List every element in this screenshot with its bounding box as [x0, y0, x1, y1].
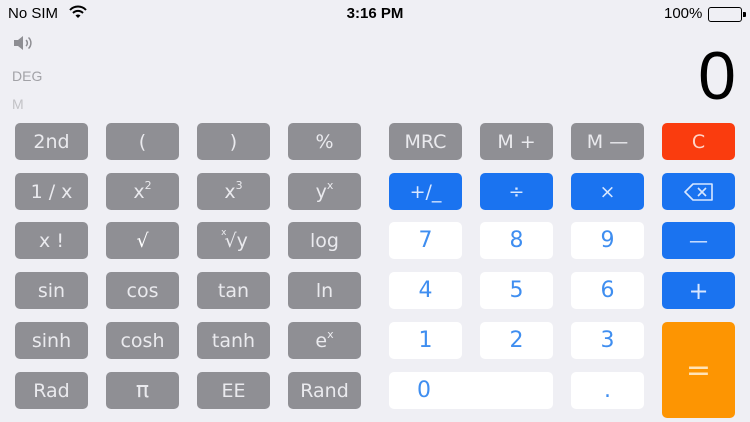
exp-exponent: x: [327, 328, 334, 341]
memory-indicator: M: [12, 96, 24, 112]
digit-8-button[interactable]: 8: [480, 222, 553, 259]
memory-minus-button[interactable]: M —: [571, 123, 644, 160]
power-base: y: [315, 180, 327, 203]
square-base: x: [133, 180, 145, 203]
tanh-button[interactable]: tanh: [197, 322, 270, 359]
exp-button[interactable]: ex: [288, 322, 361, 359]
second-function-button[interactable]: 2nd: [15, 123, 88, 160]
nth-root-button[interactable]: x √y: [197, 222, 270, 259]
digit-5-button[interactable]: 5: [480, 272, 553, 309]
digit-2-button[interactable]: 2: [480, 322, 553, 359]
sinh-button[interactable]: sinh: [15, 322, 88, 359]
angle-mode-label: DEG: [12, 68, 43, 84]
root-symbol: √y: [224, 229, 248, 252]
root-index: x: [221, 227, 227, 238]
rad-button[interactable]: Rad: [15, 372, 88, 409]
log-button[interactable]: log: [288, 222, 361, 259]
rand-button[interactable]: Rand: [288, 372, 361, 409]
digit-4-button[interactable]: 4: [389, 272, 462, 309]
backspace-icon: [683, 182, 713, 201]
clear-button[interactable]: C: [662, 123, 735, 160]
multiply-button[interactable]: ×: [571, 173, 644, 210]
percent-button[interactable]: %: [288, 123, 361, 160]
square-root-button[interactable]: √: [106, 222, 179, 259]
sin-button[interactable]: sin: [15, 272, 88, 309]
power-exponent: x: [326, 179, 334, 192]
digit-7-button[interactable]: 7: [389, 222, 462, 259]
divide-button[interactable]: ÷: [480, 173, 553, 210]
power-button[interactable]: yx: [288, 173, 361, 210]
cube-button[interactable]: x3: [197, 173, 270, 210]
cube-base: x: [224, 180, 236, 203]
memory-recall-clear-button[interactable]: MRC: [389, 123, 462, 160]
sign-toggle-button[interactable]: +/_: [389, 173, 462, 210]
battery-percent: 100%: [664, 5, 703, 22]
calculator-display: 0: [698, 38, 736, 114]
close-paren-button[interactable]: ): [197, 123, 270, 160]
cos-button[interactable]: cos: [106, 272, 179, 309]
ee-button[interactable]: EE: [197, 372, 270, 409]
tan-button[interactable]: tan: [197, 272, 270, 309]
clock: 3:16 PM: [346, 5, 404, 22]
exp-base: e: [315, 329, 328, 352]
cosh-button[interactable]: cosh: [106, 322, 179, 359]
factorial-button[interactable]: x !: [15, 222, 88, 259]
memory-plus-button[interactable]: M +: [480, 123, 553, 160]
equals-button[interactable]: =: [662, 322, 735, 418]
open-paren-button[interactable]: (: [106, 123, 179, 160]
square-exponent: 2: [144, 179, 152, 192]
cube-exponent: 3: [235, 179, 243, 192]
decimal-point-button[interactable]: .: [571, 372, 644, 409]
ln-button[interactable]: ln: [288, 272, 361, 309]
backspace-button[interactable]: [662, 173, 735, 210]
subtract-button[interactable]: —: [662, 222, 735, 259]
digit-1-button[interactable]: 1: [389, 322, 462, 359]
speaker-volume-icon[interactable]: [12, 34, 34, 57]
add-button[interactable]: +: [662, 272, 735, 309]
digit-0-button[interactable]: 0: [389, 372, 553, 409]
digit-6-button[interactable]: 6: [571, 272, 644, 309]
reciprocal-button[interactable]: 1 / x: [15, 173, 88, 210]
battery-icon: [708, 7, 746, 22]
pi-button[interactable]: π: [106, 372, 179, 409]
digit-9-button[interactable]: 9: [571, 222, 644, 259]
square-button[interactable]: x2: [106, 173, 179, 210]
status-bar: No SIM 3:16 PM 100%: [0, 0, 750, 30]
digit-3-button[interactable]: 3: [571, 322, 644, 359]
